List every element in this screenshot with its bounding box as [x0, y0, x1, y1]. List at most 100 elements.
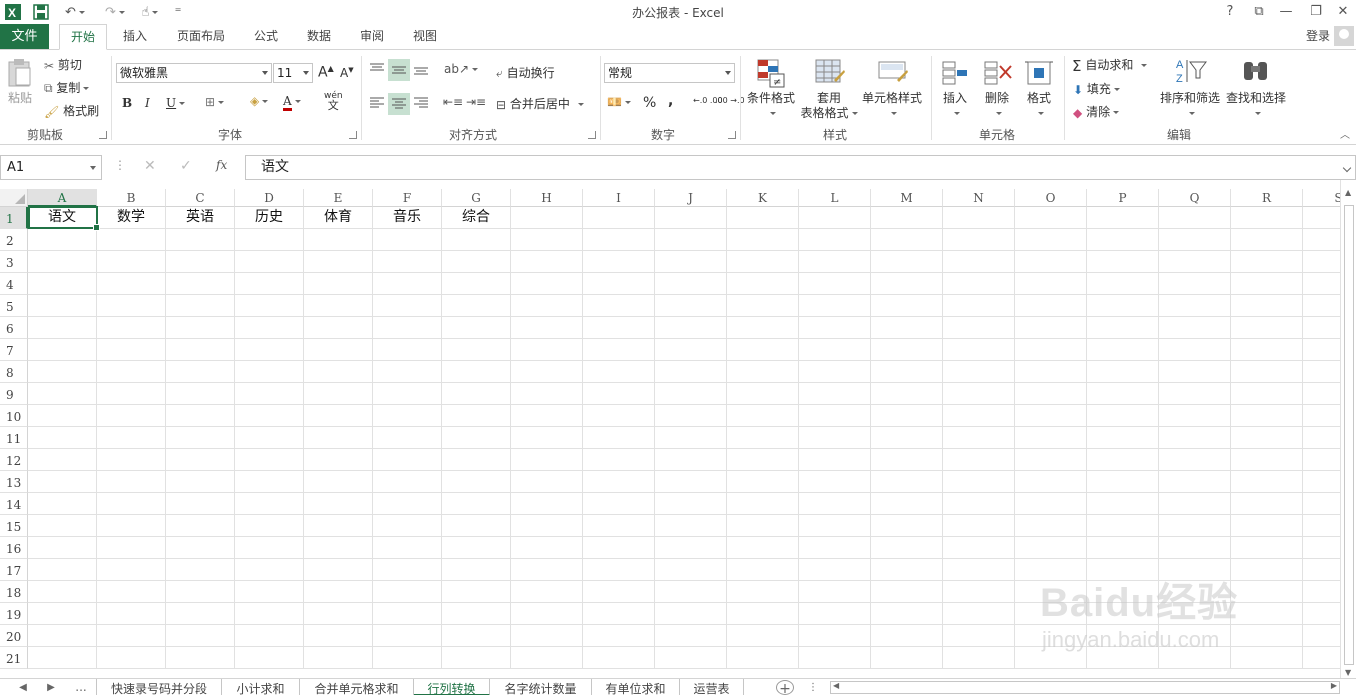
grid-cell[interactable]	[1303, 361, 1340, 383]
grid-cell[interactable]	[799, 317, 871, 339]
grid-cell[interactable]	[943, 559, 1015, 581]
row-header[interactable]: 4	[0, 273, 28, 295]
grid-cell[interactable]	[655, 493, 727, 515]
grid-cell[interactable]	[373, 273, 442, 295]
grid-cell[interactable]	[655, 383, 727, 405]
grid-cell[interactable]	[1231, 317, 1303, 339]
grid-cell[interactable]	[1015, 229, 1087, 251]
scroll-down-icon[interactable]: ▼	[1345, 668, 1351, 677]
grid-cell[interactable]	[373, 295, 442, 317]
grid-cell[interactable]	[235, 581, 304, 603]
grid-cell[interactable]	[373, 515, 442, 537]
grid-cell[interactable]	[235, 361, 304, 383]
grid-cell[interactable]	[373, 361, 442, 383]
autosum-button[interactable]: Σ 自动求和	[1072, 56, 1148, 75]
grid-cell[interactable]	[1159, 207, 1231, 229]
grid-cell[interactable]	[304, 383, 373, 405]
grid-cell[interactable]	[727, 427, 799, 449]
grid-cell[interactable]	[1087, 317, 1159, 339]
number-launcher-icon[interactable]	[728, 131, 736, 139]
grid-cell[interactable]	[442, 515, 511, 537]
grid-cell[interactable]	[166, 361, 235, 383]
grid-cell[interactable]	[373, 493, 442, 515]
grid-cell[interactable]	[166, 537, 235, 559]
grid-cell[interactable]	[442, 493, 511, 515]
align-top-icon[interactable]	[369, 62, 385, 79]
grid-cell[interactable]	[1159, 361, 1231, 383]
grid-cell[interactable]	[304, 625, 373, 647]
grid-cell[interactable]	[511, 383, 583, 405]
cut-button[interactable]: ✂ 剪切	[44, 56, 82, 73]
grid-cell[interactable]	[655, 559, 727, 581]
grid-cell[interactable]	[442, 581, 511, 603]
grid-cell[interactable]	[511, 207, 583, 229]
grid-cell[interactable]	[235, 229, 304, 251]
grid-cell[interactable]	[28, 603, 97, 625]
grid-cell[interactable]	[655, 251, 727, 273]
grid-cell[interactable]	[1159, 251, 1231, 273]
grid-cell[interactable]	[1231, 625, 1303, 647]
grid-cell[interactable]	[235, 339, 304, 361]
row-header[interactable]: 17	[0, 559, 28, 581]
delete-cells-icon[interactable]	[983, 58, 1013, 91]
minimize-button[interactable]: —	[1273, 2, 1299, 22]
format-as-table-button[interactable]: 套用 表格格式	[796, 91, 862, 121]
grid-cell[interactable]	[583, 493, 655, 515]
grid-cell[interactable]	[235, 471, 304, 493]
merge-center-button[interactable]: ⊟ 合并后居中	[496, 95, 584, 112]
decrease-indent-icon[interactable]: ⇤≡	[443, 95, 463, 109]
grid-cell[interactable]	[235, 647, 304, 669]
grid-cell[interactable]	[97, 581, 166, 603]
grid-cell[interactable]	[727, 317, 799, 339]
grid-cell[interactable]	[28, 295, 97, 317]
grid-cell[interactable]	[727, 471, 799, 493]
grid-cell[interactable]: 综合	[442, 207, 511, 229]
grid-cell[interactable]	[304, 493, 373, 515]
grid-cell[interactable]	[235, 603, 304, 625]
grid-cell[interactable]	[442, 251, 511, 273]
tab-insert[interactable]: 插入	[114, 24, 156, 49]
grid-cell[interactable]	[1231, 229, 1303, 251]
grid-cell[interactable]	[511, 449, 583, 471]
row-header[interactable]: 6	[0, 317, 28, 339]
grid-cell[interactable]	[727, 273, 799, 295]
grid-cell[interactable]	[1231, 383, 1303, 405]
grid-cell[interactable]	[373, 449, 442, 471]
grid-cell[interactable]	[304, 581, 373, 603]
grid-cell[interactable]	[442, 317, 511, 339]
sign-in-link[interactable]: 登录	[1306, 24, 1330, 49]
grid-cell[interactable]	[799, 427, 871, 449]
tab-view[interactable]: 视图	[404, 24, 446, 49]
grid-cell[interactable]	[1015, 383, 1087, 405]
grid-cell[interactable]	[1303, 295, 1340, 317]
grid-cell[interactable]	[511, 625, 583, 647]
column-header[interactable]: A	[28, 189, 97, 207]
grid-cell[interactable]	[1015, 207, 1087, 229]
grid-cell[interactable]	[799, 295, 871, 317]
grid-cell[interactable]	[166, 493, 235, 515]
grid-cell[interactable]	[97, 515, 166, 537]
grid-cell[interactable]	[166, 449, 235, 471]
percent-button[interactable]: %	[643, 95, 656, 111]
grid-cell[interactable]	[871, 493, 943, 515]
grid-cell[interactable]	[442, 625, 511, 647]
grid-cell[interactable]	[373, 405, 442, 427]
grid-cell[interactable]	[1015, 251, 1087, 273]
row-header[interactable]: 13	[0, 471, 28, 493]
grid-cell[interactable]	[28, 361, 97, 383]
grid-cell[interactable]	[373, 339, 442, 361]
grid-cell[interactable]	[373, 603, 442, 625]
sort-filter-icon[interactable]: AZ	[1175, 56, 1207, 89]
grid-cell[interactable]	[1159, 317, 1231, 339]
vertical-scrollbar[interactable]: ▲ ▼	[1340, 180, 1356, 680]
accounting-format-icon[interactable]: 💴	[607, 95, 631, 109]
grid-cell[interactable]	[442, 361, 511, 383]
grid-cell[interactable]	[511, 493, 583, 515]
grid-cell[interactable]	[1159, 383, 1231, 405]
grid-cell[interactable]	[583, 339, 655, 361]
grid-cell[interactable]	[583, 449, 655, 471]
grid-cell[interactable]	[166, 625, 235, 647]
grid-cell[interactable]	[166, 317, 235, 339]
grid-cell[interactable]	[97, 405, 166, 427]
grid-cell[interactable]	[727, 383, 799, 405]
